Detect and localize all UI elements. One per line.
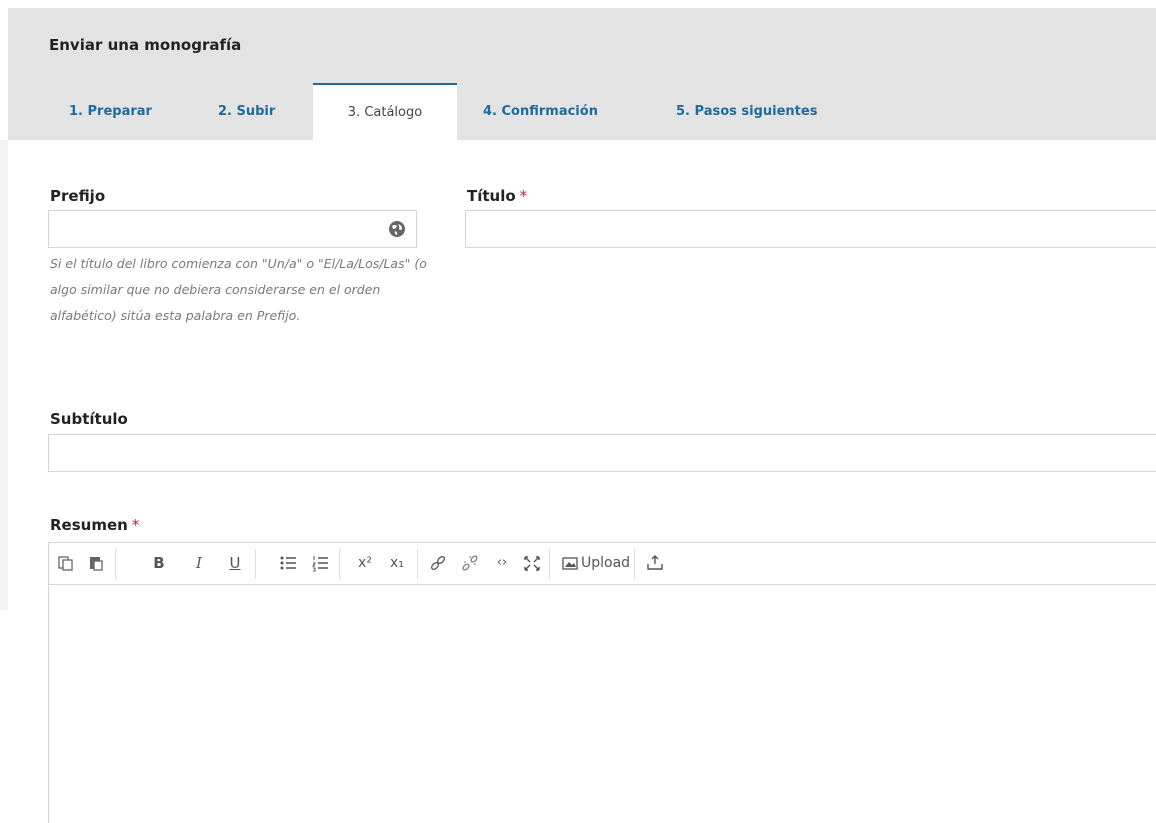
editor-toolbar: B I U x² x₁ ‹› Upload [49, 543, 1156, 585]
title-label: Título * [467, 187, 527, 205]
abstract-label: Resumen * [50, 516, 139, 534]
tab-confirmation[interactable]: 4. Confirmación [483, 83, 598, 140]
page-title: Enviar una monografía [49, 36, 242, 54]
copy-icon[interactable] [57, 553, 75, 573]
prefix-label-text: Prefijo [50, 187, 106, 205]
toolbar-separator [417, 549, 418, 579]
subscript-icon[interactable]: x₁ [387, 553, 407, 573]
link-icon[interactable] [429, 553, 447, 573]
prefix-input[interactable] [48, 210, 417, 248]
toolbar-separator [549, 549, 550, 579]
toolbar-separator [115, 549, 116, 579]
prefix-help-text: Si el título del libro comienza con "Un/… [50, 256, 427, 323]
paste-icon[interactable] [87, 553, 105, 573]
numbered-list-icon[interactable] [311, 553, 329, 573]
image-icon[interactable] [562, 553, 578, 573]
title-required-mark: * [519, 187, 528, 205]
fullscreen-icon[interactable] [523, 553, 541, 573]
prefix-label: Prefijo [50, 187, 105, 205]
toolbar-separator [634, 549, 635, 579]
underline-icon[interactable]: U [227, 553, 243, 573]
title-input[interactable] [465, 210, 1156, 248]
tab-next-steps[interactable]: 5. Pasos siguientes [676, 83, 817, 140]
subtitle-label-text: Subtítulo [50, 410, 128, 428]
italic-icon[interactable]: I [191, 553, 207, 573]
wizard-tabs: 1. Preparar 2. Subir 3. Catálogo 4. Conf… [8, 83, 1156, 140]
abstract-label-text: Resumen [50, 516, 128, 534]
toolbar-separator [339, 549, 340, 579]
abstract-required-mark: * [131, 516, 140, 534]
unlink-icon[interactable] [461, 553, 479, 573]
bullet-list-icon[interactable] [279, 553, 297, 573]
superscript-icon[interactable]: x² [355, 553, 375, 573]
upload-icon[interactable] [646, 553, 664, 573]
tab-prepare[interactable]: 1. Preparar [69, 83, 152, 140]
globe-icon[interactable] [388, 220, 406, 238]
bold-icon[interactable]: B [151, 553, 167, 573]
upload-button[interactable]: Upload [581, 553, 630, 573]
toolbar-separator [255, 549, 256, 579]
subtitle-input[interactable] [48, 434, 1156, 472]
tab-catalog[interactable]: 3. Catálogo [313, 83, 457, 140]
subtitle-label: Subtítulo [50, 410, 128, 428]
abstract-textarea[interactable] [49, 585, 1156, 823]
abstract-editor: B I U x² x₁ ‹› Upload [48, 542, 1156, 823]
side-shade [0, 140, 8, 610]
title-label-text: Título [467, 187, 516, 205]
tab-upload[interactable]: 2. Subir [218, 83, 275, 140]
submission-header: Enviar una monografía 1. Preparar 2. Sub… [8, 8, 1156, 140]
code-icon[interactable]: ‹› [493, 553, 511, 573]
